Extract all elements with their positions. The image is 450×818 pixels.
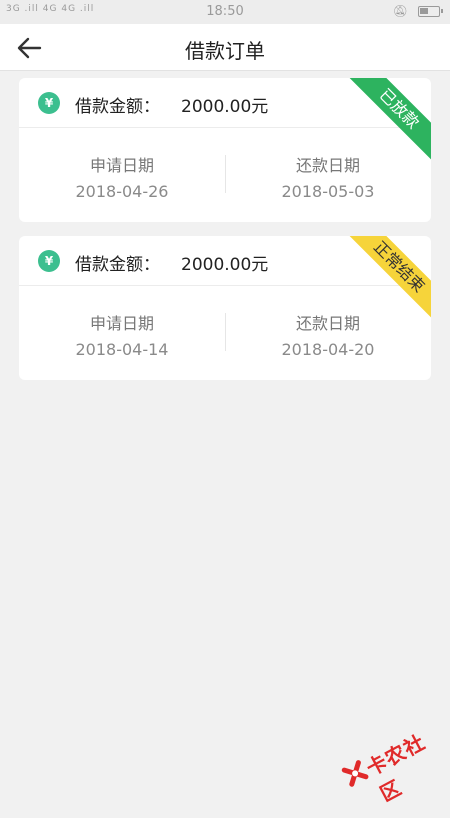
- order-card[interactable]: ¥ 借款金额： 2000.00元 已放款 申请日期 2018-04-26 还款日…: [19, 78, 431, 222]
- repay-date-block: 还款日期 2018-05-03: [225, 152, 431, 201]
- repay-date-value: 2018-04-20: [225, 340, 431, 359]
- apply-date-block: 申请日期 2018-04-14: [19, 310, 225, 359]
- page-title: 借款订单: [0, 35, 450, 64]
- bell-off-icon: 🔕︎: [393, 4, 408, 18]
- order-card[interactable]: ¥ 借款金额： 2000.00元 正常结束 申请日期 2018-04-14 还款…: [19, 236, 431, 380]
- amount-value: 2000.00元: [181, 250, 268, 275]
- battery-icon: [418, 6, 440, 17]
- apply-date-label: 申请日期: [19, 152, 225, 176]
- watermark-text: 卡农社区: [360, 720, 450, 807]
- yen-icon: ¥: [38, 92, 60, 114]
- amount-label: 借款金额：: [75, 250, 160, 275]
- watermark: 卡农社区: [336, 713, 445, 799]
- apply-date-value: 2018-04-26: [19, 182, 225, 201]
- nav-bar: 借款订单: [0, 24, 450, 71]
- repay-date-value: 2018-05-03: [225, 182, 431, 201]
- repay-date-label: 还款日期: [225, 310, 431, 334]
- status-time: 18:50: [0, 4, 450, 19]
- apply-date-value: 2018-04-14: [19, 340, 225, 359]
- amount-value: 2000.00元: [181, 92, 268, 117]
- status-bar: 3G .ill 4G 4G .ill 18:50 🔕︎: [0, 0, 450, 24]
- status-icons: 🔕︎: [393, 4, 440, 18]
- amount-label: 借款金额：: [75, 92, 160, 117]
- apply-date-block: 申请日期 2018-04-26: [19, 152, 225, 201]
- repay-date-block: 还款日期 2018-04-20: [225, 310, 431, 359]
- yen-icon: ¥: [38, 250, 60, 272]
- repay-date-label: 还款日期: [225, 152, 431, 176]
- apply-date-label: 申请日期: [19, 310, 225, 334]
